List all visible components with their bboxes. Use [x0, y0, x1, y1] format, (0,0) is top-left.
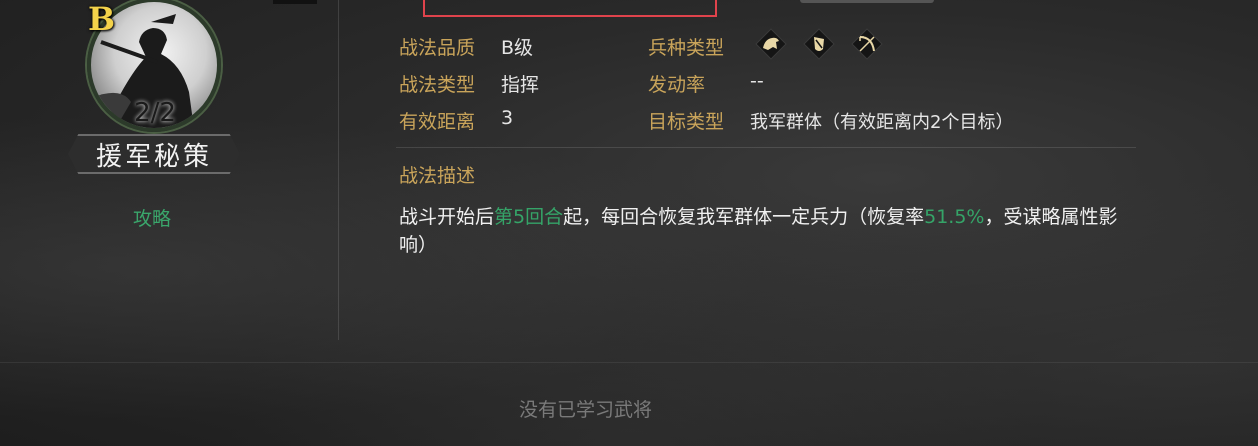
skill-name: 援军秘策	[95, 141, 212, 172]
description-title: 战法描述	[399, 165, 476, 187]
quality-label: 战法品质	[399, 37, 476, 59]
top-button-fragment[interactable]	[800, 0, 934, 3]
description-highlight-rate: 51.5%	[924, 206, 985, 228]
target-type-label: 目标类型	[648, 111, 725, 133]
type-label: 战法类型	[399, 74, 476, 96]
description-highlight-round: 第5回合	[494, 206, 564, 228]
description-part1: 战斗开始后	[399, 206, 495, 228]
selection-highlight-box	[423, 0, 717, 17]
level-count: 2/2	[134, 98, 176, 128]
quality-value: B级	[501, 37, 534, 59]
top-tab-fragment	[273, 0, 317, 4]
troop-type-label: 兵种类型	[648, 37, 725, 59]
no-learned-generals-text: 没有已学习武将	[519, 399, 653, 421]
activation-rate-label: 发动率	[648, 74, 706, 96]
activation-rate-value: --	[750, 70, 764, 92]
strategy-link[interactable]: 攻略	[133, 204, 171, 231]
shield-icon	[803, 28, 835, 60]
range-label: 有效距离	[399, 111, 476, 133]
type-value: 指挥	[501, 74, 540, 96]
target-type-value: 我军群体（有效距离内2个目标）	[750, 112, 1014, 133]
section-divider	[396, 147, 1136, 148]
range-value: 3	[501, 107, 514, 129]
cavalry-icon	[755, 28, 787, 60]
skill-name-banner: 援军秘策	[68, 134, 240, 174]
vertical-divider	[338, 0, 339, 340]
bow-icon	[851, 28, 883, 60]
bottom-divider	[0, 362, 1258, 363]
grade-badge: B	[88, 0, 116, 38]
description-text: 战斗开始后第5回合起，每回合恢复我军群体一定兵力（恢复率51.5%，受谋略属性影…	[399, 203, 1129, 259]
description-part2: 起，每回合恢复我军群体一定兵力（恢复率	[563, 206, 925, 228]
